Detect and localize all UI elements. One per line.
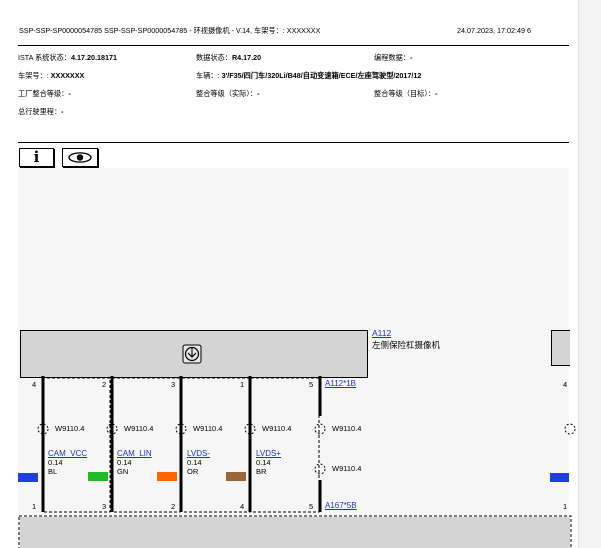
signal-lvds-minus: LVDS- 0.14 OR [187,449,210,476]
signal-color-code: BR [256,467,267,476]
pin-top-1: 4 [32,380,37,389]
signal-lvds-plus: LVDS+ 0.14 BR [256,449,281,476]
wire-code-6[interactable]: W9110.4 [332,464,361,473]
signal-name-link[interactable]: LVDS+ [256,449,281,458]
connector-bottom-link[interactable]: A167*5B [325,501,357,510]
signal-size: 0.14 [117,458,132,467]
pin-top-5: 5 [309,380,314,389]
wire-code-2[interactable]: W9110.4 [124,424,153,433]
signal-color-swatch-3 [226,472,246,481]
wire-code-1[interactable]: W9110.4 [55,424,84,433]
connector-top-link[interactable]: A112*1B [325,379,356,388]
pin-bottom-4: 4 [240,502,245,511]
signal-cam-lin: CAM_LIN 0.14 GN [117,449,152,476]
signal-size: 0.14 [256,458,271,467]
pin-bottom-1: 1 [32,502,37,511]
signal-name-link[interactable]: CAM_VCC [48,449,87,458]
signal-cam-vcc: CAM_VCC 0.14 BL [48,449,87,476]
pin-bottom-3: 2 [171,502,176,511]
wire-code-5[interactable]: W9110.4 [332,424,361,433]
wire-code-4[interactable]: W9110.4 [262,424,291,433]
wiring-lines [18,376,576,548]
signal-size: 0.14 [48,458,63,467]
wire-code-3[interactable]: W9110.4 [193,424,222,433]
signal-color-swatch-2 [157,472,177,481]
signal-color-code: GN [117,467,129,476]
signal-name-link[interactable]: LVDS- [187,449,210,458]
signal-size: 0.14 [187,458,202,467]
signal-name-link[interactable]: CAM_LIN [117,449,152,458]
signal-color-code: OR [187,467,199,476]
pin-top-3: 3 [171,380,176,389]
pin-bottom-5: 5 [309,502,314,511]
signal-color-swatch-1 [88,472,108,481]
pin-top-4: 1 [240,380,245,389]
pin-top-2: 2 [102,380,107,389]
component-a167-box[interactable] [20,517,570,548]
pin-bottom-2: 3 [102,502,107,511]
signal-color-code: BL [48,467,58,476]
